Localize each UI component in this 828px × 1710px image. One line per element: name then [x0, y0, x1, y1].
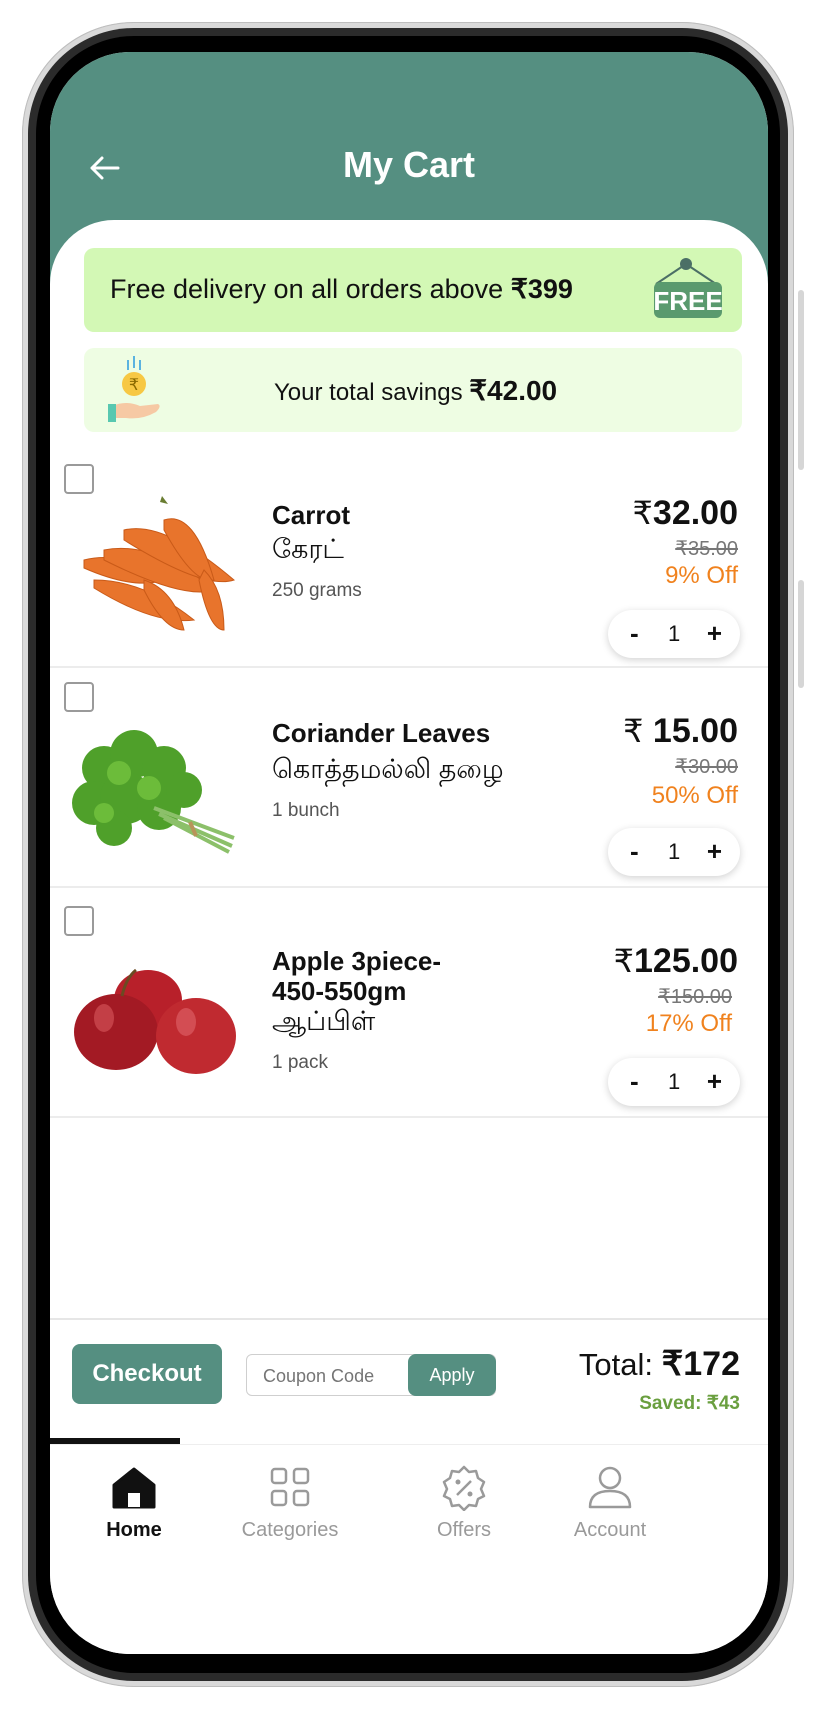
- user-icon: [588, 1466, 632, 1509]
- nav-offers-label: Offers: [436, 1519, 492, 1541]
- savings-amount: ₹42.00: [469, 375, 558, 406]
- free-tag-icon: FREE: [653, 258, 723, 318]
- carrot-image: [83, 496, 235, 631]
- increment-button[interactable]: +: [707, 836, 722, 867]
- item-mrp: ₹30.00: [675, 756, 738, 778]
- price-symbol: ₹: [632, 495, 653, 531]
- cart-item-apple: Apple 3piece-450-550gm ஆப்பிள் 1 pack ₹1…: [50, 888, 768, 1118]
- item-mrp: ₹35.00: [675, 538, 738, 560]
- bottom-nav: Home Categories Offers Account: [50, 1444, 768, 1555]
- free-delivery-amount: ₹399: [510, 274, 573, 304]
- coin-in-hand-icon: ₹: [108, 356, 160, 422]
- item-checkbox[interactable]: [64, 682, 94, 712]
- coupon-input[interactable]: [261, 1365, 405, 1388]
- checkout-button[interactable]: Checkout: [72, 1344, 222, 1404]
- item-quantity: 1 bunch: [272, 800, 340, 821]
- item-mrp: ₹150.00: [658, 986, 732, 1008]
- item-quantity: 1 pack: [272, 1052, 328, 1073]
- item-local-name: ஆப்பிள்: [272, 1006, 376, 1036]
- free-tag-label: FREE: [653, 286, 722, 316]
- page-title: My Cart: [342, 144, 476, 185]
- discount-badge-icon: [442, 1465, 486, 1511]
- free-delivery-banner: Free delivery on all orders above ₹399 F…: [84, 248, 742, 332]
- price-symbol: ₹: [623, 713, 644, 749]
- item-checkbox[interactable]: [64, 906, 94, 936]
- price-value: 32.00: [652, 494, 738, 532]
- item-price: ₹32.00: [633, 494, 738, 533]
- apply-coupon-button[interactable]: Apply: [408, 1354, 496, 1396]
- cart-item-coriander: Coriander Leaves கொத்தமல்லி தழை 1 bunch …: [50, 668, 768, 888]
- decrement-button[interactable]: -: [630, 618, 639, 649]
- coupon-field: Apply: [246, 1354, 496, 1396]
- item-discount: 9% Off: [665, 562, 738, 589]
- apple-image: [74, 968, 236, 1074]
- app-screen: My Cart Free delivery on all orders abov…: [50, 52, 768, 1654]
- phone-volume-up-button: [798, 290, 804, 470]
- item-discount: 17% Off: [645, 1010, 732, 1037]
- item-local-name: கொத்தமல்லி தழை: [272, 754, 504, 784]
- quantity-stepper: - 1 +: [608, 1058, 740, 1106]
- nav-categories-label: Categories: [241, 1519, 339, 1541]
- decrement-button[interactable]: -: [630, 836, 639, 867]
- nav-home-label: Home: [106, 1519, 162, 1541]
- phone-volume-down-button: [798, 580, 804, 688]
- quantity-value: 1: [668, 1069, 681, 1094]
- item-name: Apple 3piece-450-550gm: [272, 946, 442, 1006]
- price-symbol: ₹: [613, 943, 634, 979]
- home-icon: [112, 1467, 156, 1509]
- decrement-button[interactable]: -: [630, 1066, 639, 1097]
- total-value: ₹172: [661, 1345, 740, 1383]
- increment-button[interactable]: +: [707, 618, 722, 649]
- grid-icon: [270, 1467, 310, 1507]
- savings-text: Your total savings: [274, 379, 470, 406]
- item-price: ₹ 15.00: [623, 712, 738, 751]
- total-savings-banner: ₹ Your total savings ₹42.00: [84, 348, 742, 432]
- increment-button[interactable]: +: [707, 1066, 722, 1097]
- nav-home[interactable]: Home: [54, 1463, 214, 1542]
- nav-categories[interactable]: Categories: [210, 1463, 370, 1542]
- item-discount: 50% Off: [651, 782, 738, 809]
- price-value: 125.00: [634, 942, 738, 980]
- cart-item-carrot: Carrot கேரட் 250 grams ₹32.00 ₹35.00 9% …: [50, 450, 768, 668]
- saved-amount: Saved: ₹43: [639, 1393, 740, 1414]
- coriander-image: [72, 730, 235, 854]
- free-delivery-text: Free delivery on all orders above: [110, 274, 511, 304]
- item-name: Coriander Leaves: [272, 718, 491, 748]
- quantity-stepper: - 1 +: [608, 610, 740, 658]
- item-name: Carrot: [272, 500, 351, 530]
- quantity-stepper: - 1 +: [608, 828, 740, 876]
- item-local-name: கேரட்: [272, 534, 344, 564]
- quantity-value: 1: [668, 839, 681, 864]
- svg-text:₹: ₹: [129, 375, 139, 394]
- cart-total: Total: ₹172: [579, 1344, 740, 1384]
- quantity-value: 1: [668, 621, 681, 646]
- item-quantity: 250 grams: [272, 580, 362, 601]
- total-label: Total:: [578, 1347, 662, 1382]
- price-value: 15.00: [652, 712, 738, 750]
- nav-offers[interactable]: Offers: [384, 1463, 544, 1542]
- nav-account[interactable]: Account: [530, 1463, 690, 1542]
- item-price: ₹125.00: [614, 942, 738, 981]
- cart-footer: Checkout Apply Total: ₹172 Saved: ₹43: [50, 1318, 768, 1440]
- nav-account-label: Account: [573, 1519, 647, 1541]
